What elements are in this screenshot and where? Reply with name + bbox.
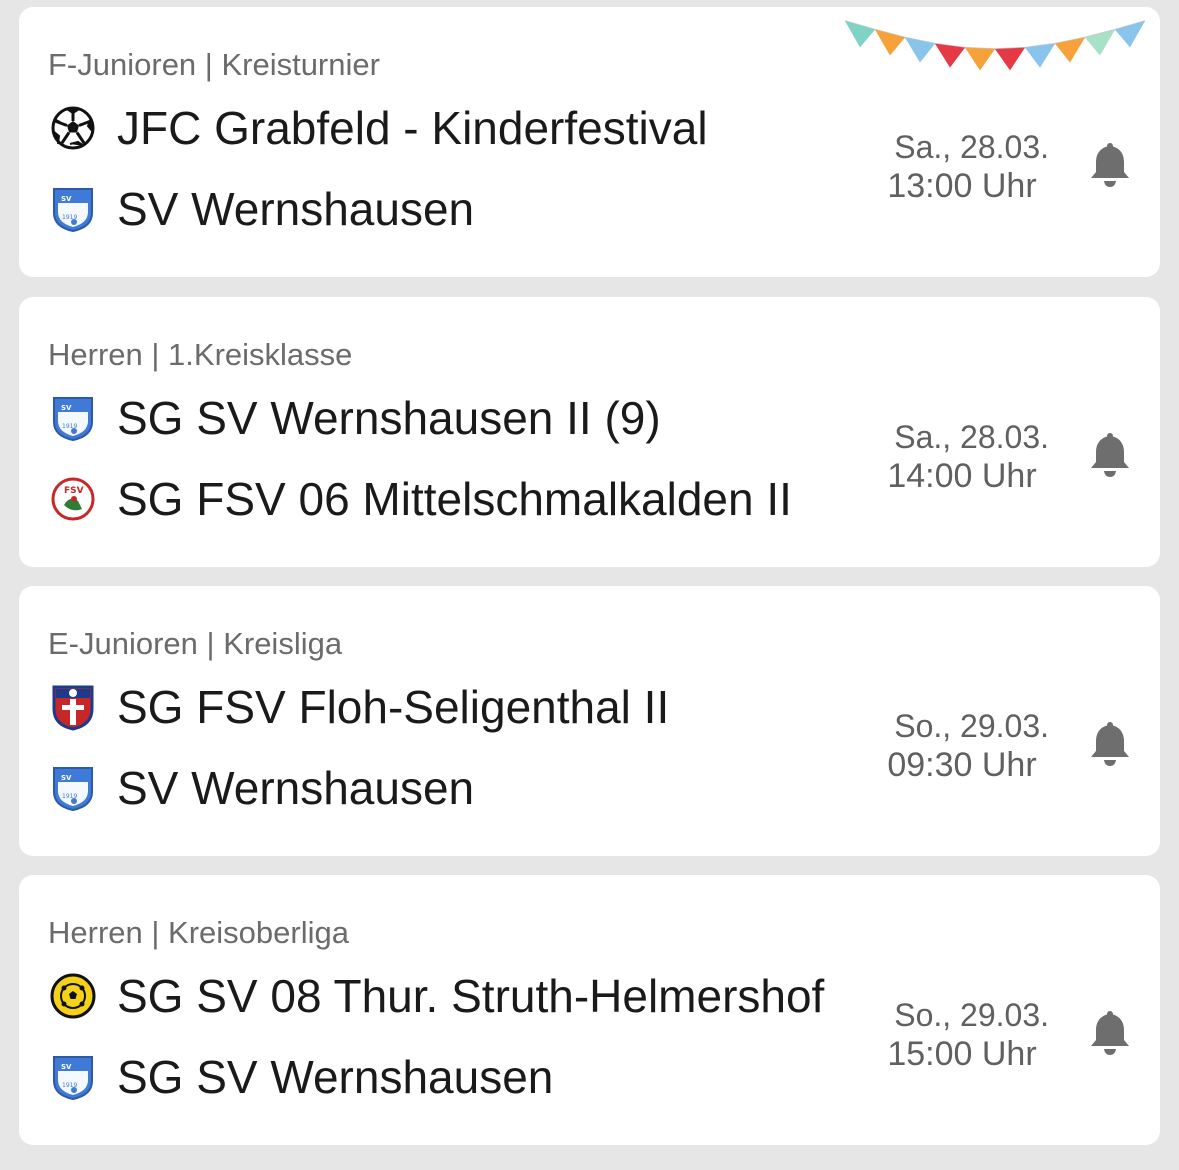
home-team-name: JFC Grabfeld - Kinderfestival	[117, 102, 708, 154]
away-team-name: SG SV Wernshausen	[117, 1051, 554, 1103]
match-datetime: So., 29.03. 09:30 Uhr	[849, 706, 1049, 784]
pennant	[935, 43, 965, 68]
home-team-row: SG SV 08 Thur. Struth-Helmershof	[50, 966, 850, 1026]
match-date: Sa., 28.03.	[894, 419, 1049, 455]
home-team-row: SV 1919 SG SV Wernshausen II (9)	[50, 388, 850, 448]
match-card[interactable]: E-Junioren | Kreisliga SG FSV Floh-Selige…	[19, 586, 1160, 856]
soccer-ball-icon	[50, 104, 96, 152]
fsv-mittelschmalkalden-crest: FSV	[50, 475, 96, 523]
bell-icon[interactable]	[1087, 718, 1133, 768]
match-time: 14:00 Uhr	[887, 457, 1037, 495]
home-team-name: SG SV Wernshausen II (9)	[117, 392, 661, 444]
away-team-row: SV 1919 SG SV Wernshausen	[50, 1047, 850, 1107]
away-team-name: SV Wernshausen	[117, 762, 475, 814]
sv-wernshausen-crest: SV 1919	[50, 394, 96, 442]
sv-wernshausen-crest: SV 1919	[50, 764, 96, 812]
bell-icon[interactable]	[1087, 429, 1133, 479]
home-team-row: SG FSV Floh-Seligenthal II	[50, 677, 850, 737]
fsv-floh-seligenthal-crest	[50, 683, 96, 731]
sv-wernshausen-crest: SV 1919	[50, 1053, 96, 1101]
away-team-name: SV Wernshausen	[117, 183, 475, 235]
match-list: F-Junioren | Kreisturnier JFC Grabfeld - …	[0, 0, 1179, 1170]
match-date: So., 29.03.	[894, 997, 1049, 1033]
match-date: Sa., 28.03.	[894, 129, 1049, 165]
match-datetime: Sa., 28.03. 14:00 Uhr	[849, 417, 1049, 495]
home-team-name: SG FSV Floh-Seligenthal II	[117, 681, 670, 733]
match-datetime: So., 29.03. 15:00 Uhr	[849, 995, 1049, 1073]
match-time: 09:30 Uhr	[887, 746, 1037, 784]
home-team-name: SG SV 08 Thur. Struth-Helmershof	[117, 970, 825, 1022]
league-label: Herren | Kreisoberliga	[48, 915, 349, 950]
match-time: 13:00 Uhr	[887, 167, 1037, 205]
svg-text:SV: SV	[61, 404, 72, 412]
match-card[interactable]: Herren | Kreisoberliga SG SV 08 Thur. Str…	[19, 875, 1160, 1145]
pennant	[1025, 43, 1055, 68]
away-team-name: SG FSV 06 Mittelschmalkalden II	[117, 473, 792, 525]
match-datetime: Sa., 28.03. 13:00 Uhr	[849, 127, 1049, 205]
match-time: 15:00 Uhr	[887, 1035, 1037, 1073]
league-label: Herren | 1.Kreisklasse	[48, 337, 353, 372]
match-date: So., 29.03.	[894, 708, 1049, 744]
sv-struth-helmershof-crest	[50, 972, 96, 1020]
away-team-row: FSV SG FSV 06 Mittelschmalkalden II	[50, 469, 850, 529]
away-team-row: SV 1919 SV Wernshausen	[50, 179, 850, 239]
away-team-row: SV 1919 SV Wernshausen	[50, 758, 850, 818]
svg-text:SV: SV	[61, 774, 72, 782]
pennant	[1055, 37, 1085, 63]
sv-wernshausen-crest: SV 1919	[50, 185, 96, 233]
pennant	[905, 37, 935, 63]
garland-decoration	[831, 11, 1151, 91]
svg-text:FSV: FSV	[64, 486, 84, 496]
match-card[interactable]: F-Junioren | Kreisturnier JFC Grabfeld - …	[19, 7, 1160, 277]
home-team-row: JFC Grabfeld - Kinderfestival	[50, 98, 850, 158]
bell-icon[interactable]	[1087, 1007, 1133, 1057]
svg-text:SV: SV	[61, 195, 72, 203]
league-label: F-Junioren | Kreisturnier	[48, 47, 380, 82]
pennant	[965, 47, 995, 71]
svg-text:SV: SV	[61, 1063, 72, 1071]
bell-icon[interactable]	[1087, 139, 1133, 189]
match-card[interactable]: Herren | 1.Kreisklasse SV 1919 SG SV Wernsh…	[19, 297, 1160, 567]
league-label: E-Junioren | Kreisliga	[48, 626, 343, 661]
pennant	[995, 47, 1025, 71]
